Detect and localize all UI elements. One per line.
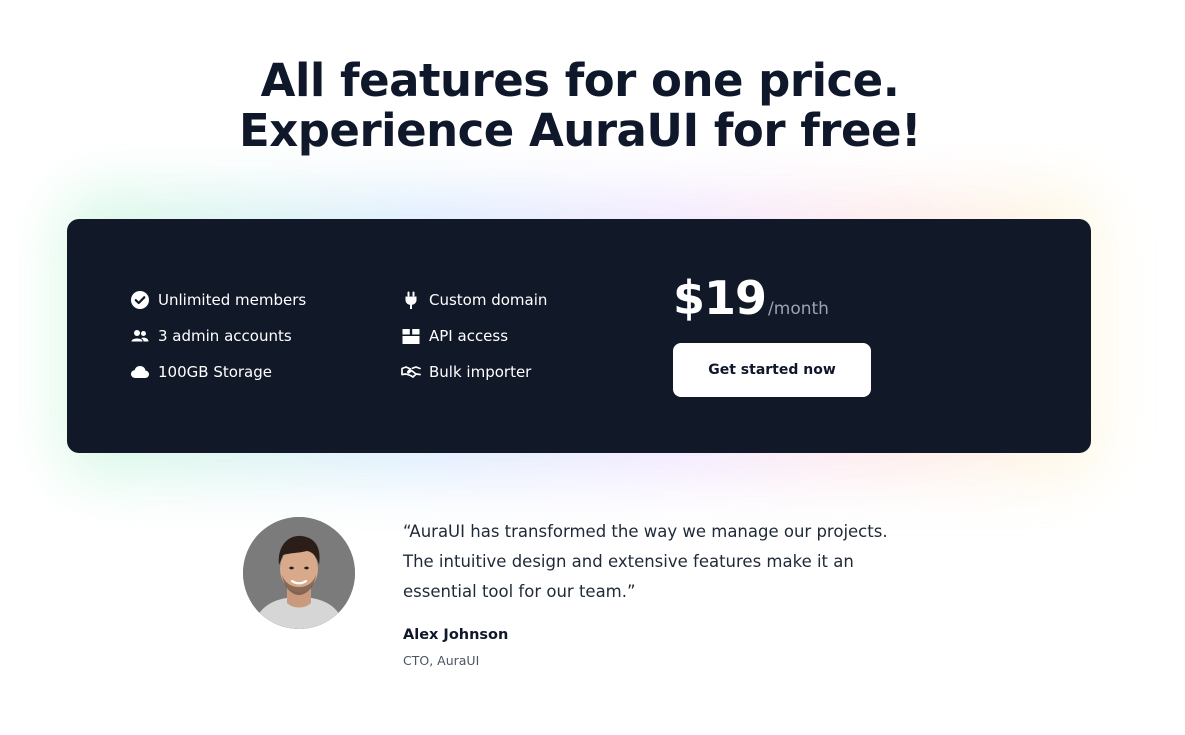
feature-label: Custom domain [429,291,548,309]
users-icon [130,326,150,346]
price-period: /month [768,299,829,319]
headline-line-2: Experience AuraUI for free! [238,104,922,157]
feature-api-access: API access [401,325,508,347]
feature-label: 3 admin accounts [158,327,292,345]
feature-label: API access [429,327,509,345]
avatar [243,517,355,629]
feature-label: Bulk importer [429,363,532,381]
handshake-icon [401,362,421,382]
quote-line: “AuraUI has transformed the way we manag… [403,522,888,541]
get-started-button[interactable]: Get started now [673,343,871,397]
page-headline: All features for one price. Experience A… [0,56,1160,156]
feature-admin-accounts: 3 admin accounts [130,325,292,347]
quote-line: essential tool for our team.” [403,582,636,601]
quote-line: The intuitive design and extensive featu… [403,552,854,571]
pricing-card: Unlimited members 3 admin accounts 100GB… [67,219,1091,453]
headline-line-1: All features for one price. [260,54,900,107]
testimonial-author-role: CTO, AuraUI [403,653,480,668]
feature-label: 100GB Storage [158,363,273,381]
feature-bulk-importer: Bulk importer [401,361,531,383]
price-display: $19 /month [673,271,829,325]
testimonial-quote: “AuraUI has transformed the way we manag… [403,517,923,607]
pricing-page: All features for one price. Experience A… [0,0,1185,735]
feature-storage: 100GB Storage [130,361,272,383]
check-circle-icon [130,290,150,310]
testimonial-author-name: Alex Johnson [403,627,509,643]
package-icon [401,326,421,346]
feature-custom-domain: Custom domain [401,289,547,311]
feature-label: Unlimited members [158,291,307,309]
cloud-icon [130,362,150,382]
plug-icon [401,290,421,310]
feature-unlimited-members: Unlimited members [130,289,306,311]
price-amount: $19 [673,271,767,325]
